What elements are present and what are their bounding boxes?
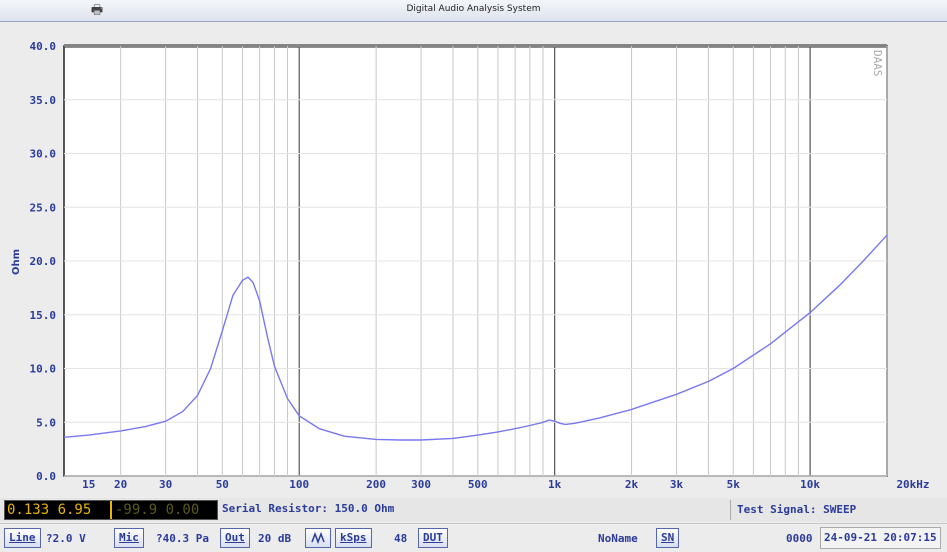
mic-button[interactable]: Mic — [114, 528, 144, 548]
y-tick-label: 40.0 — [30, 40, 57, 53]
x-tick-label: 200 — [366, 478, 386, 491]
x-tick-label: 20 — [114, 478, 127, 491]
status-row: 0.133 6.95 -99.9 0.00 Serial Resistor: 1… — [0, 498, 947, 522]
ksps-button[interactable]: kSps — [335, 528, 372, 548]
line-button[interactable]: Line — [4, 528, 41, 548]
lcd-reading-left: 0.133 6.95 — [7, 502, 92, 518]
dut-button[interactable]: DUT — [418, 528, 448, 548]
y-tick-label: 35.0 — [30, 94, 57, 107]
bottom-toolbar: Line ?2.0 V Mic ?40.3 Pa Out 20 dB kSps … — [0, 523, 947, 552]
sample-rate-readout: 48 — [394, 532, 408, 545]
waveform-icon[interactable] — [305, 528, 331, 548]
y-tick-label: 25.0 — [30, 201, 57, 214]
out-button[interactable]: Out — [220, 528, 250, 548]
test-signal-label: Test Signal: SWEEP — [730, 500, 930, 520]
impedance-chart: 0.0 5.0 10.0 15.0 20.0 25.0 30.0 35.0 40.0 15 20 3… — [0, 22, 947, 498]
x-tick-label: 10k — [800, 478, 820, 491]
x-tick-label: 30 — [159, 478, 172, 491]
y-tick-label: 20.0 — [30, 255, 57, 268]
x-tick-label: 2k — [625, 478, 639, 491]
x-tick-label: 15 — [82, 478, 95, 491]
title-bar: 🖶 Digital Audio Analysis System — [0, 0, 947, 22]
dut-name: NoName — [598, 532, 638, 545]
lcd-reading-right: -99.9 0.00 — [115, 502, 200, 518]
sn-button[interactable]: SN — [656, 528, 680, 548]
daas-watermark: DAAS — [871, 50, 884, 77]
y-tick-label: 0.0 — [36, 470, 56, 483]
x-tick-label: 50 — [216, 478, 229, 491]
y-tick-label: 15.0 — [30, 309, 57, 322]
lcd-separator — [110, 501, 112, 519]
gain-readout: 20 dB — [258, 532, 292, 545]
lcd-display: 0.133 6.95 -99.9 0.00 — [4, 500, 218, 520]
serial-resistor-label: Serial Resistor: 150.0 Ohm — [222, 502, 395, 515]
y-tick-label: 30.0 — [30, 148, 57, 161]
window-title: Digital Audio Analysis System — [406, 4, 541, 14]
x-tick-label: 3k — [670, 478, 684, 491]
voltage-readout: ?2.0 V — [46, 532, 86, 545]
y-tick-label: 5.0 — [36, 416, 56, 429]
counter-readout: 0000 — [786, 532, 813, 545]
x-tick-label: 1k — [548, 478, 562, 491]
x-tick-label: 100 — [289, 478, 309, 491]
y-axis-label: Ohm — [11, 249, 22, 275]
pressure-readout: ?40.3 Pa — [156, 532, 209, 545]
x-tick-label: 300 — [411, 478, 431, 491]
x-tick-label: 20kHz — [896, 478, 929, 491]
x-tick-label: 500 — [468, 478, 488, 491]
y-tick-label: 10.0 — [30, 363, 57, 376]
datetime-field: 24-09-21 20:07:15 — [820, 527, 941, 549]
x-tick-label: 5k — [727, 478, 741, 491]
